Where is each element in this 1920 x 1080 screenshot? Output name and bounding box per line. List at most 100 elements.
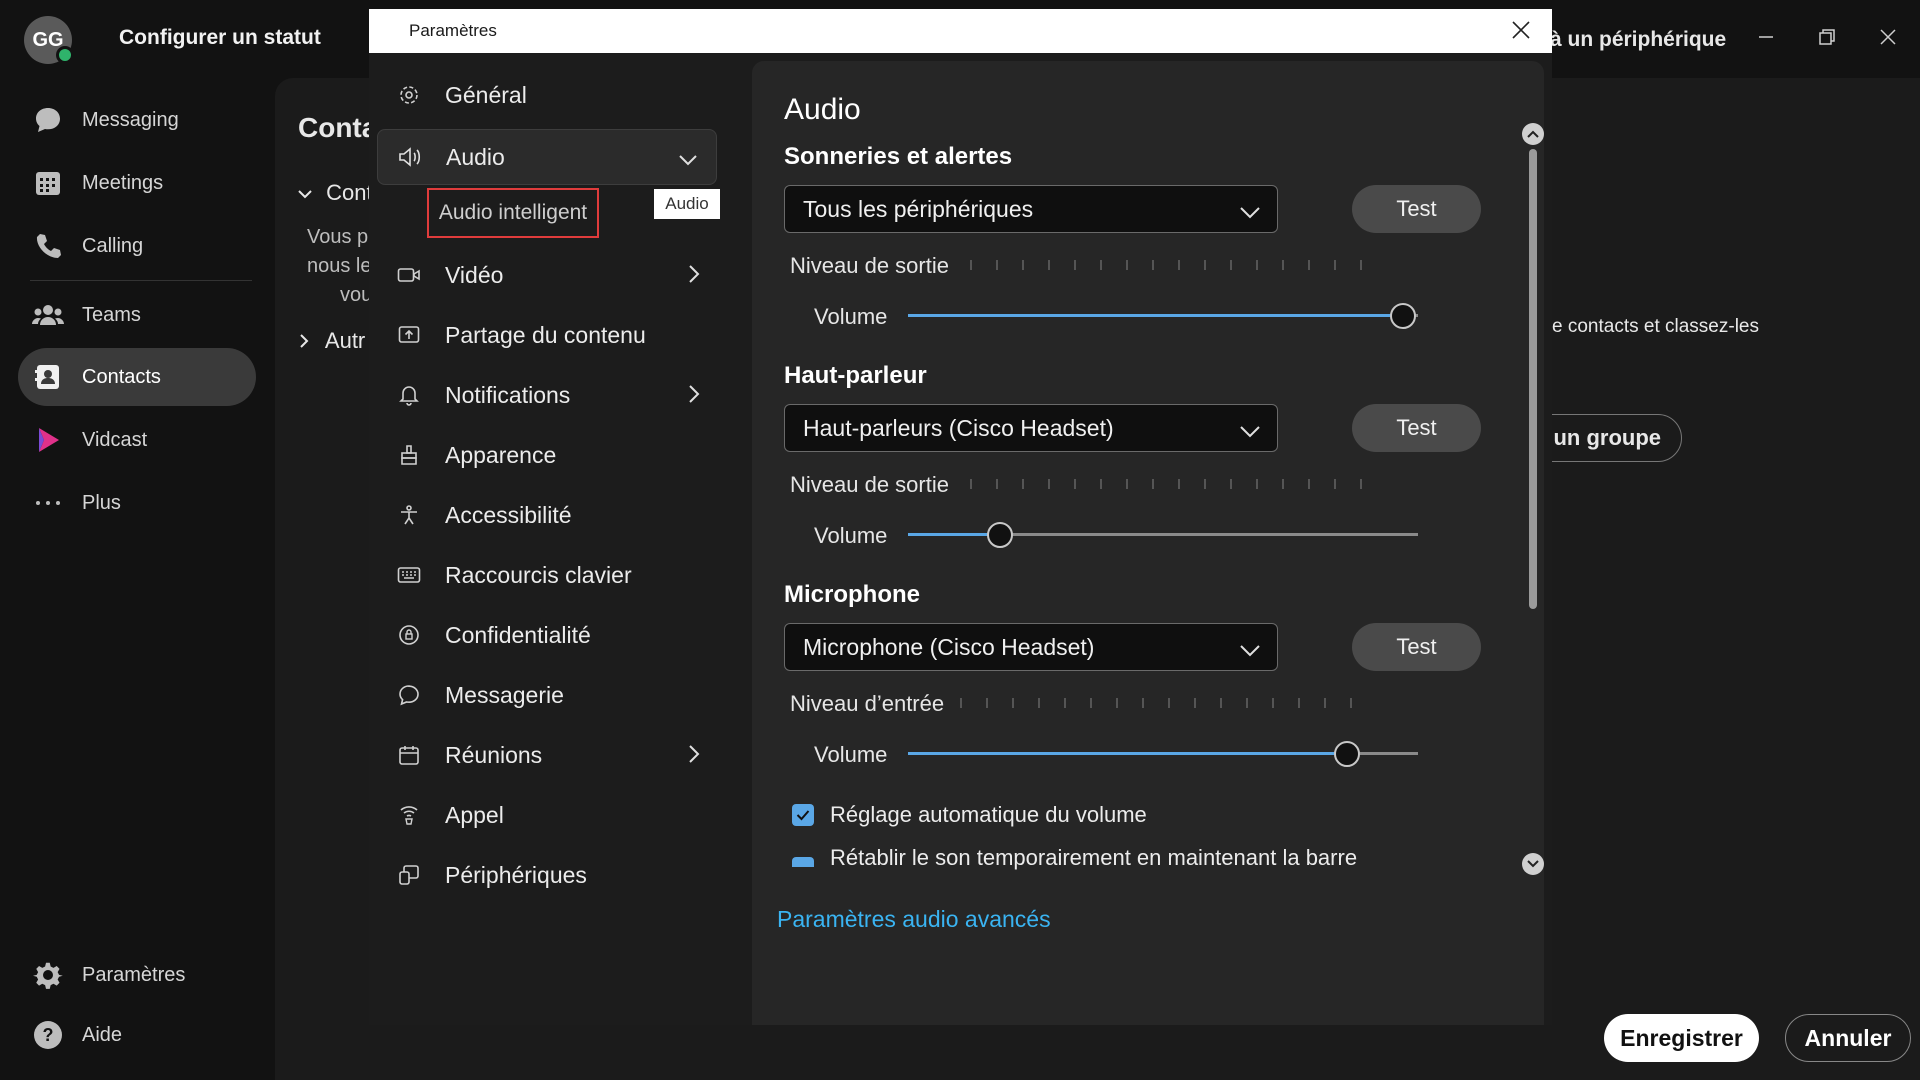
meter-tick: [1324, 698, 1326, 708]
nav-label: Aide: [82, 1023, 123, 1046]
meter-tick: [1126, 479, 1128, 489]
close-icon[interactable]: [1506, 15, 1536, 45]
vidcast-icon: [32, 424, 64, 456]
restore-icon[interactable]: [1818, 26, 1836, 52]
nav-divider: [30, 280, 252, 281]
scroll-up-icon[interactable]: [1522, 123, 1544, 145]
meter-tick: [1152, 479, 1154, 489]
calendar-grid-icon: [32, 167, 64, 199]
phone-icon: [32, 230, 64, 262]
meter-tick: [1220, 698, 1222, 708]
microphone-volume-slider[interactable]: [908, 741, 1418, 767]
unmute-hold-checkbox-row[interactable]: Rétablir le son temporairement en mainte…: [792, 845, 1357, 871]
ringers-volume-slider[interactable]: [908, 303, 1418, 329]
slider-handle[interactable]: [1390, 303, 1416, 329]
minimize-icon[interactable]: [1757, 26, 1775, 52]
slider-handle[interactable]: [987, 522, 1013, 548]
set-status-button[interactable]: Configurer un statut: [119, 26, 321, 50]
settings-nav-general[interactable]: Général: [377, 67, 719, 123]
contacts-section-collapse[interactable]: Cont: [298, 180, 373, 206]
settings-nav-content-sharing[interactable]: Partage du contenu: [377, 307, 719, 363]
meter-tick: [1126, 260, 1128, 270]
speaker-output-meter: [970, 477, 1386, 491]
settings-nav-calling[interactable]: Appel: [377, 787, 719, 843]
meter-tick: [1308, 260, 1310, 270]
ringers-device-select[interactable]: Tous les périphériques: [784, 185, 1278, 233]
unmute-hold-checkbox[interactable]: [792, 857, 814, 867]
nav-item-settings[interactable]: Paramètres: [18, 946, 256, 1004]
content-scrollbar[interactable]: [1522, 123, 1544, 875]
meter-tick: [1100, 479, 1102, 489]
slider-handle[interactable]: [1334, 741, 1360, 767]
settings-nav-notifications[interactable]: Notifications: [377, 367, 719, 423]
settings-nav-appearance[interactable]: Apparence: [377, 427, 719, 483]
cancel-button[interactable]: Annuler: [1785, 1014, 1911, 1062]
settings-nav-accessibility[interactable]: Accessibilité: [377, 487, 719, 543]
ringers-output-level-label: Niveau de sortie: [790, 253, 949, 278]
presence-indicator: [56, 46, 74, 64]
settings-nav-audio[interactable]: Audio: [377, 129, 717, 185]
nav-item-messaging[interactable]: Messaging: [18, 91, 256, 149]
microphone-heading: Microphone: [784, 581, 920, 608]
ringers-test-button[interactable]: Test: [1352, 185, 1481, 233]
settings-nav-meetings[interactable]: Réunions: [377, 727, 719, 783]
microphone-device-select[interactable]: Microphone (Cisco Headset): [784, 623, 1278, 671]
settings-nav-privacy[interactable]: Confidentialité: [377, 607, 719, 663]
contacts-info-text: e contacts et classez-les: [1552, 316, 1759, 337]
auto-volume-checkbox-row[interactable]: Réglage automatique du volume: [792, 802, 1147, 828]
meter-tick: [1194, 698, 1196, 708]
speaker-device-select[interactable]: Haut-parleurs (Cisco Headset): [784, 404, 1278, 452]
paint-brush-icon: [395, 441, 423, 469]
speaker-test-button[interactable]: Test: [1352, 404, 1481, 452]
app-window: GG Configurer un statut Messaging Meetin…: [0, 0, 1920, 1080]
advanced-audio-settings-link[interactable]: Paramètres audio avancés: [777, 906, 1051, 933]
meter-tick: [1142, 698, 1144, 708]
meter-tick: [1178, 479, 1180, 489]
nav-item-help[interactable]: ? Aide: [18, 1006, 256, 1064]
nav-item-vidcast[interactable]: Vidcast: [18, 411, 256, 469]
speaker-volume-slider[interactable]: [908, 522, 1418, 548]
video-camera-icon: [395, 261, 423, 289]
meter-tick: [970, 260, 972, 270]
nav-item-more[interactable]: Plus: [18, 474, 256, 532]
microphone-volume-label: Volume: [814, 742, 888, 767]
close-window-icon[interactable]: [1879, 26, 1897, 52]
settings-nav-messaging[interactable]: Messagerie: [377, 667, 719, 723]
meter-tick: [1256, 260, 1258, 270]
meter-tick: [1282, 260, 1284, 270]
help-icon: ?: [32, 1019, 64, 1051]
select-value: Tous les périphériques: [803, 195, 1034, 222]
page-title: Audio: [784, 93, 861, 126]
ringers-heading: Sonneries et alertes: [784, 143, 1013, 170]
microphone-test-button[interactable]: Test: [1352, 623, 1481, 671]
speaker-icon: [396, 143, 424, 171]
avatar[interactable]: GG: [24, 16, 74, 64]
nav-label: Calling: [82, 234, 144, 257]
settings-nav-devices[interactable]: Périphériques: [377, 847, 719, 903]
save-button[interactable]: Enregistrer: [1604, 1014, 1759, 1062]
nav-label: Raccourcis clavier: [445, 561, 632, 588]
audio-settings-panel: Audio Sonneries et alertes Tous les péri…: [752, 61, 1911, 1062]
meter-tick: [1022, 260, 1024, 270]
settings-nav-video[interactable]: Vidéo: [377, 247, 719, 303]
contacts-desc-line3: vou: [340, 284, 373, 306]
nav-item-calling[interactable]: Calling: [18, 217, 256, 275]
meter-tick: [1064, 698, 1066, 708]
contacts-title: Conta: [298, 112, 378, 143]
nav-item-contacts[interactable]: Contacts: [18, 348, 256, 406]
auto-volume-checkbox[interactable]: [792, 804, 814, 826]
meter-tick: [1360, 260, 1362, 270]
connect-device-button[interactable]: à un périphérique: [1550, 28, 1726, 52]
chat-bubble-icon: [32, 104, 64, 136]
settings-nav-keyboard-shortcuts[interactable]: Raccourcis clavier: [377, 547, 719, 603]
scrollbar-thumb[interactable]: [1529, 149, 1537, 609]
contacts-section-expand[interactable]: Autr: [300, 328, 365, 354]
scroll-down-icon[interactable]: [1522, 853, 1544, 875]
nav-item-teams[interactable]: Teams: [18, 286, 256, 344]
meter-tick: [1256, 479, 1258, 489]
nav-label: Contacts: [82, 365, 161, 388]
ringers-volume-label: Volume: [814, 304, 888, 329]
settings-nav-smart-audio[interactable]: Audio intelligent: [427, 188, 599, 238]
nav-item-meetings[interactable]: Meetings: [18, 154, 256, 212]
dialog-titlebar: Paramètres: [369, 9, 1552, 53]
